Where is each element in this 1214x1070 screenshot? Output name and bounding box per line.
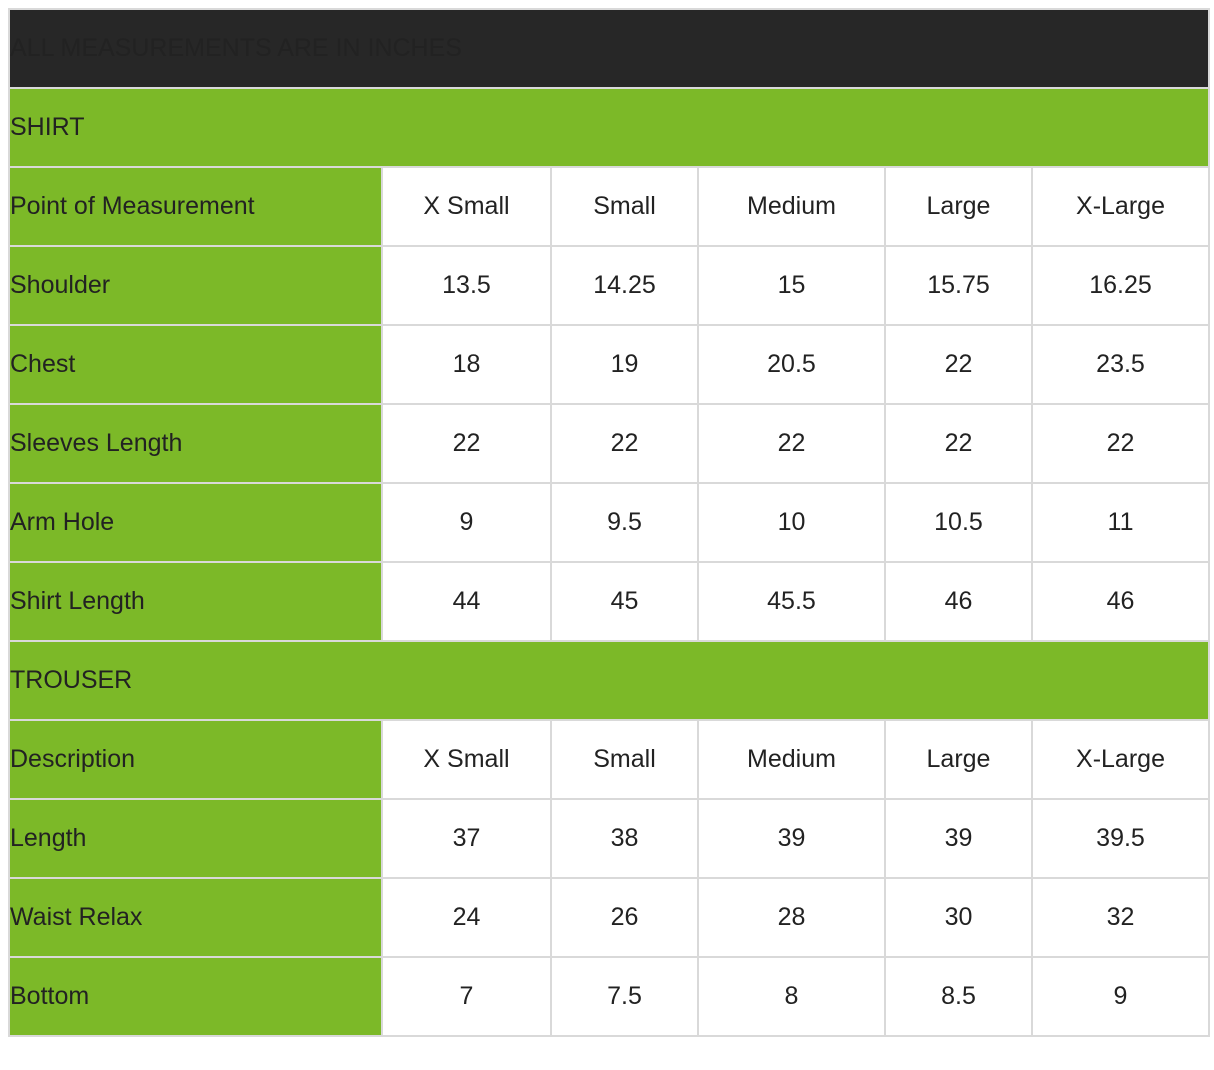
trouser-header-row: Description X Small Small Medium Large X… bbox=[8, 719, 1211, 800]
shirt-section-label: SHIRT bbox=[7, 87, 1211, 168]
table-row: Bottom 7 7.5 8 8.5 9 bbox=[8, 956, 1211, 1037]
table-cell: 46 bbox=[884, 561, 1033, 642]
table-cell: 20.5 bbox=[697, 324, 886, 405]
table-cell: 45.5 bbox=[697, 561, 886, 642]
table-cell: 18 bbox=[381, 324, 552, 405]
table-cell: 9.5 bbox=[550, 482, 699, 563]
table-cell: 32 bbox=[1030, 877, 1211, 958]
table-row: Shoulder 13.5 14.25 15 15.75 16.25 bbox=[8, 245, 1211, 326]
row-label: Shirt Length bbox=[8, 561, 383, 642]
table-cell: 44 bbox=[381, 561, 552, 642]
table-cell: 14.25 bbox=[550, 245, 699, 326]
table-cell: 22 bbox=[697, 403, 886, 484]
column-header: Large bbox=[884, 719, 1033, 800]
table-cell: 45 bbox=[550, 561, 699, 642]
table-cell: 28 bbox=[697, 877, 886, 958]
shirt-header-row: Point of Measurement X Small Small Mediu… bbox=[8, 166, 1211, 247]
table-cell: 16.25 bbox=[1030, 245, 1211, 326]
row-label: Length bbox=[8, 798, 383, 879]
column-header: Small bbox=[550, 166, 699, 247]
table-cell: 19 bbox=[550, 324, 699, 405]
table-cell: 39 bbox=[884, 798, 1033, 879]
table-cell: 8.5 bbox=[884, 956, 1033, 1037]
table-cell: 39 bbox=[697, 798, 886, 879]
table-row: Shirt Length 44 45 45.5 46 46 bbox=[8, 561, 1211, 642]
row-label: Shoulder bbox=[8, 245, 383, 326]
column-header: X-Large bbox=[1030, 719, 1211, 800]
table-cell: 24 bbox=[381, 877, 552, 958]
column-header: Medium bbox=[697, 166, 886, 247]
title-row: ALL MEASUREMENTS ARE IN INCHES bbox=[7, 8, 1211, 89]
row-label: Bottom bbox=[8, 956, 383, 1037]
table-cell: 22 bbox=[550, 403, 699, 484]
table-row: Arm Hole 9 9.5 10 10.5 11 bbox=[8, 482, 1211, 563]
column-header: X Small bbox=[381, 166, 552, 247]
table-row: Sleeves Length 22 22 22 22 22 bbox=[8, 403, 1211, 484]
column-header: X Small bbox=[381, 719, 552, 800]
column-header: X-Large bbox=[1030, 166, 1211, 247]
trouser-section-label: TROUSER bbox=[7, 640, 1211, 721]
table-row: Chest 18 19 20.5 22 23.5 bbox=[8, 324, 1211, 405]
row-label: Waist Relax bbox=[8, 877, 383, 958]
table-cell: 26 bbox=[550, 877, 699, 958]
table-cell: 39.5 bbox=[1030, 798, 1211, 879]
table-cell: 38 bbox=[550, 798, 699, 879]
column-header: Point of Measurement bbox=[8, 166, 383, 247]
table-row: Waist Relax 24 26 28 30 32 bbox=[8, 877, 1211, 958]
table-cell: 7 bbox=[381, 956, 552, 1037]
table-cell: 9 bbox=[1030, 956, 1211, 1037]
table-row: Length 37 38 39 39 39.5 bbox=[8, 798, 1211, 879]
size-chart-table: ALL MEASUREMENTS ARE IN INCHES SHIRT Poi… bbox=[7, 8, 1211, 1037]
trouser-section-row: TROUSER bbox=[7, 640, 1211, 721]
table-cell: 13.5 bbox=[381, 245, 552, 326]
column-header: Description bbox=[8, 719, 383, 800]
table-cell: 37 bbox=[381, 798, 552, 879]
table-cell: 22 bbox=[381, 403, 552, 484]
table-cell: 46 bbox=[1030, 561, 1211, 642]
table-cell: 10 bbox=[697, 482, 886, 563]
table-cell: 22 bbox=[1030, 403, 1211, 484]
table-cell: 30 bbox=[884, 877, 1033, 958]
table-cell: 15.75 bbox=[884, 245, 1033, 326]
page-title: ALL MEASUREMENTS ARE IN INCHES bbox=[7, 8, 1211, 89]
column-header: Small bbox=[550, 719, 699, 800]
row-label: Arm Hole bbox=[8, 482, 383, 563]
column-header: Large bbox=[884, 166, 1033, 247]
table-cell: 7.5 bbox=[550, 956, 699, 1037]
shirt-section-row: SHIRT bbox=[7, 87, 1211, 168]
table-cell: 22 bbox=[884, 324, 1033, 405]
size-chart-container: ALL MEASUREMENTS ARE IN INCHES SHIRT Poi… bbox=[7, 8, 1211, 1037]
table-cell: 11 bbox=[1030, 482, 1211, 563]
column-header: Medium bbox=[697, 719, 886, 800]
row-label: Sleeves Length bbox=[8, 403, 383, 484]
table-cell: 22 bbox=[884, 403, 1033, 484]
table-cell: 15 bbox=[697, 245, 886, 326]
table-cell: 10.5 bbox=[884, 482, 1033, 563]
table-cell: 8 bbox=[697, 956, 886, 1037]
table-cell: 23.5 bbox=[1030, 324, 1211, 405]
table-cell: 9 bbox=[381, 482, 552, 563]
row-label: Chest bbox=[8, 324, 383, 405]
